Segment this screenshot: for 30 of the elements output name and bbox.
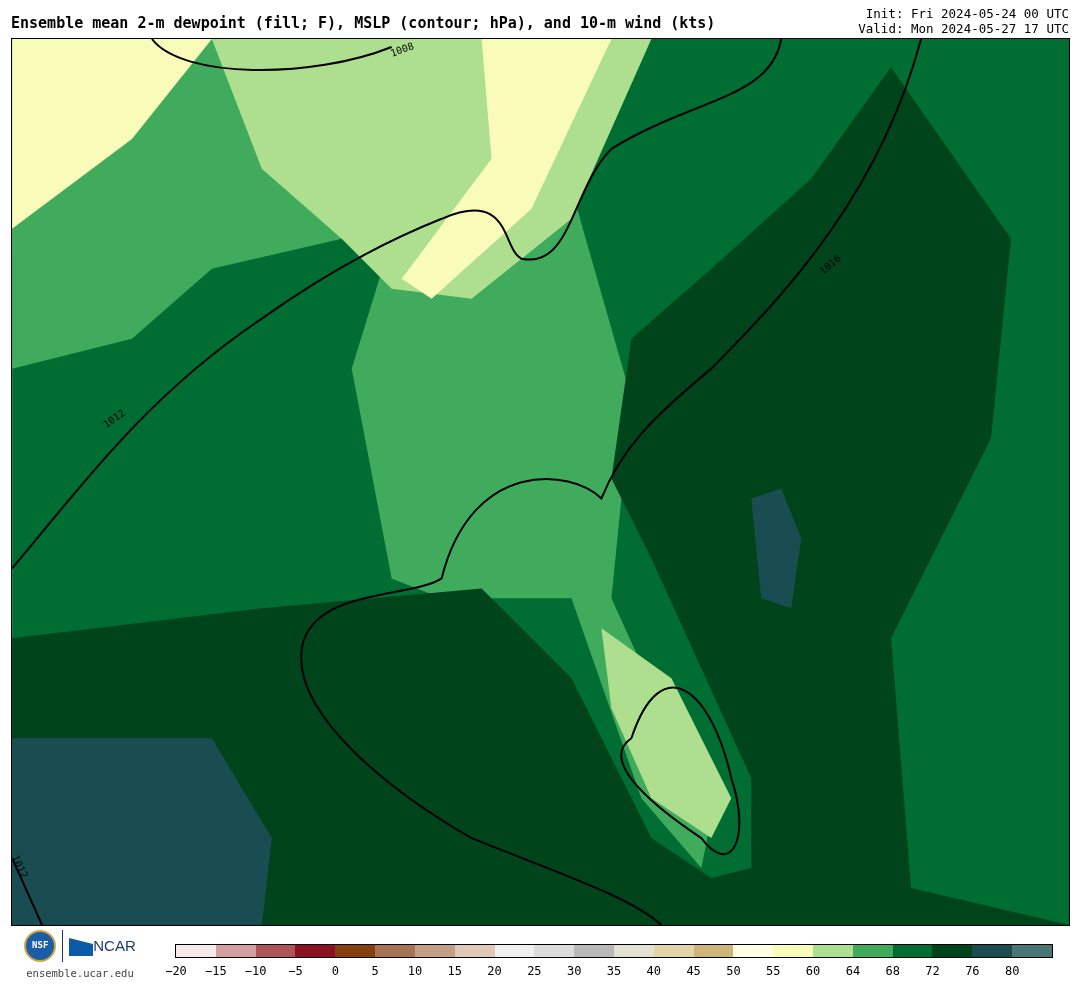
colorbar-tick-label: 68 [885, 963, 900, 980]
ncar-logo-icon [69, 936, 94, 956]
colorbar-tick-label: 60 [805, 963, 821, 980]
colorbar-tick-label: 50 [726, 963, 741, 980]
chart-title: Ensemble mean 2-m dewpoint (fill; F), MSLP (contour; hPa), and 10-m wind (kts) [11, 12, 716, 34]
colorbar-tick-label: −10 [244, 963, 267, 980]
colorbar-tick-label: −20 [165, 963, 187, 980]
colorbar-tick-label: 25 [527, 963, 542, 980]
valid-time: Valid: Mon 2024-05-27 17 UTC [858, 21, 1069, 36]
colorbar-tick-label: 10 [407, 963, 423, 980]
colorbar-tick-label: 40 [646, 963, 662, 980]
colorbar-tick-label: 64 [845, 963, 861, 980]
colorbar-tick-label: 0 [331, 963, 339, 980]
colorbar-tick-label: 76 [965, 963, 980, 980]
colorbar-tick-label: 30 [566, 963, 582, 980]
nsf-logo: NSF [24, 930, 57, 962]
init-time: Init: Fri 2024-05-24 00 UTC [865, 6, 1069, 21]
colorbar-tick-label: 35 [606, 963, 622, 980]
colorbar-tick-label: 15 [447, 963, 462, 980]
colorbar-tick-label: 80 [1004, 963, 1020, 980]
colorbar-tick-label: 45 [686, 963, 701, 980]
colorbar-tick-label: 20 [487, 963, 502, 980]
contour-label: 1008 [388, 39, 416, 61]
colorbar-tick-label: 55 [766, 963, 781, 980]
colorbar-tick-label: 5 [371, 963, 379, 980]
ncar-logo: NCAR [93, 935, 136, 956]
colorbar-tick-label: −5 [288, 963, 303, 980]
colorbar-tick-label: −15 [204, 963, 227, 980]
colorbar-tick-label: 72 [925, 963, 940, 980]
website-url: ensemble.ucar.edu [26, 966, 134, 981]
